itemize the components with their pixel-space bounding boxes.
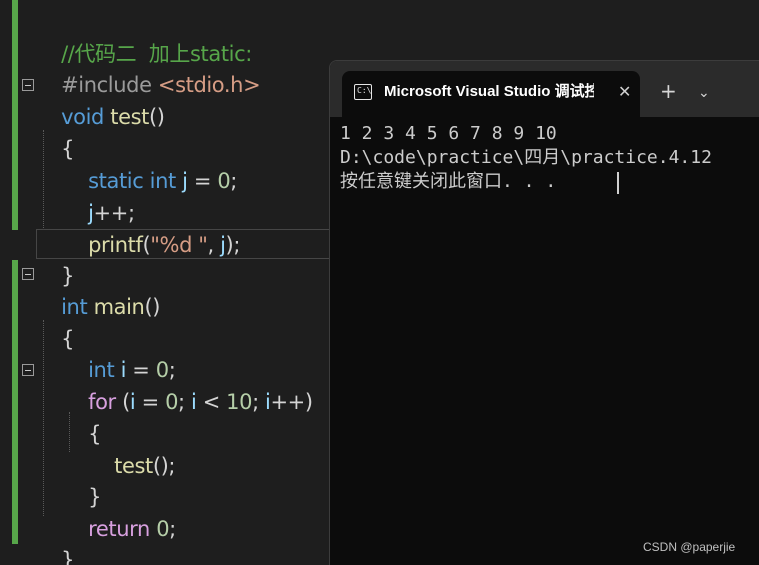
watermark: CSDN @paperjie	[643, 540, 736, 554]
code-line-main-signature: int main()	[36, 259, 160, 319]
close-icon[interactable]: ✕	[618, 82, 631, 102]
change-indicator-bar	[12, 0, 18, 230]
code-line-comment: //代码二 加上static:	[36, 6, 252, 66]
semicolon: ;	[230, 169, 237, 193]
code-line-test-call: test();	[89, 418, 175, 478]
number-zero: 0	[165, 390, 179, 414]
console-tab-title: Microsoft Visual Studio 调试控制台	[384, 83, 594, 100]
assign-op: =	[187, 169, 218, 193]
function-name-test: test	[114, 454, 153, 478]
keyword-return: return	[88, 517, 150, 541]
semicolon: ;	[252, 390, 266, 414]
function-name-test: test	[110, 105, 149, 129]
number-zero: 0	[156, 517, 170, 541]
console-output-line: 按任意键关闭此窗口. . .	[340, 171, 557, 192]
code-line-int-decl: int i = 0;	[63, 322, 176, 382]
function-name-main: main	[93, 295, 145, 319]
format-string: "%d "	[150, 233, 208, 257]
code-line-close-brace: }	[36, 512, 74, 565]
semicolon: ;	[169, 517, 176, 541]
comma: ,	[207, 233, 221, 257]
parens: ()	[144, 295, 161, 319]
call-end: );	[225, 233, 241, 257]
console-title-bar[interactable]: C:\ Microsoft Visual Studio 调试控制台 ✕ + ⌄	[330, 61, 759, 117]
less-than-op: <	[196, 390, 227, 414]
include-header: <stdio.h>	[157, 73, 261, 97]
code-line-include: #include <stdio.h>	[36, 37, 261, 97]
code-line-open-brace: {	[63, 386, 101, 446]
number-zero: 0	[217, 169, 231, 193]
call-end: ();	[152, 454, 176, 478]
increment-op: ++	[270, 390, 305, 414]
console-output-line: D:\code\practice\四月\practice.4.12	[340, 147, 712, 168]
text-cursor	[617, 172, 619, 194]
assign-op: =	[135, 390, 166, 414]
new-tab-button[interactable]: +	[660, 80, 677, 102]
console-icon: C:\	[354, 84, 372, 100]
code-line-open-brace: {	[36, 291, 74, 351]
code-line-test-signature: void test()	[36, 69, 165, 129]
code-line-increment: j++;	[63, 165, 135, 225]
chevron-down-icon[interactable]: ⌄	[698, 82, 710, 104]
console-output-line: 1 2 3 4 5 6 7 8 9 10	[340, 123, 557, 144]
close-brace: }	[61, 548, 75, 565]
code-line-static-decl: static int j = 0;	[63, 133, 237, 193]
console-tab[interactable]: C:\ Microsoft Visual Studio 调试控制台 ✕	[342, 71, 640, 117]
keyword-int: int	[149, 169, 177, 193]
code-line-printf: printf("%d ", j);	[63, 197, 240, 257]
number-ten: 10	[226, 390, 253, 414]
collapse-icon[interactable]	[22, 79, 34, 91]
code-line-open-brace: {	[36, 101, 74, 161]
code-line-return: return 0;	[63, 481, 176, 541]
open-paren: (	[122, 390, 130, 414]
code-line-close-brace: }	[63, 449, 101, 509]
change-indicator-bar	[12, 260, 18, 544]
semicolon: ;	[178, 390, 191, 414]
collapse-icon[interactable]	[22, 268, 34, 280]
close-paren: )	[304, 390, 313, 414]
code-line-close-brace: }	[36, 228, 74, 288]
parens: ()	[148, 105, 165, 129]
code-line-for-loop: for (i = 0; i < 10; i++)	[63, 354, 313, 414]
collapse-icon[interactable]	[22, 364, 34, 376]
debug-console-window[interactable]: C:\ Microsoft Visual Studio 调试控制台 ✕ + ⌄ …	[329, 60, 759, 565]
function-name-printf: printf	[88, 233, 143, 257]
